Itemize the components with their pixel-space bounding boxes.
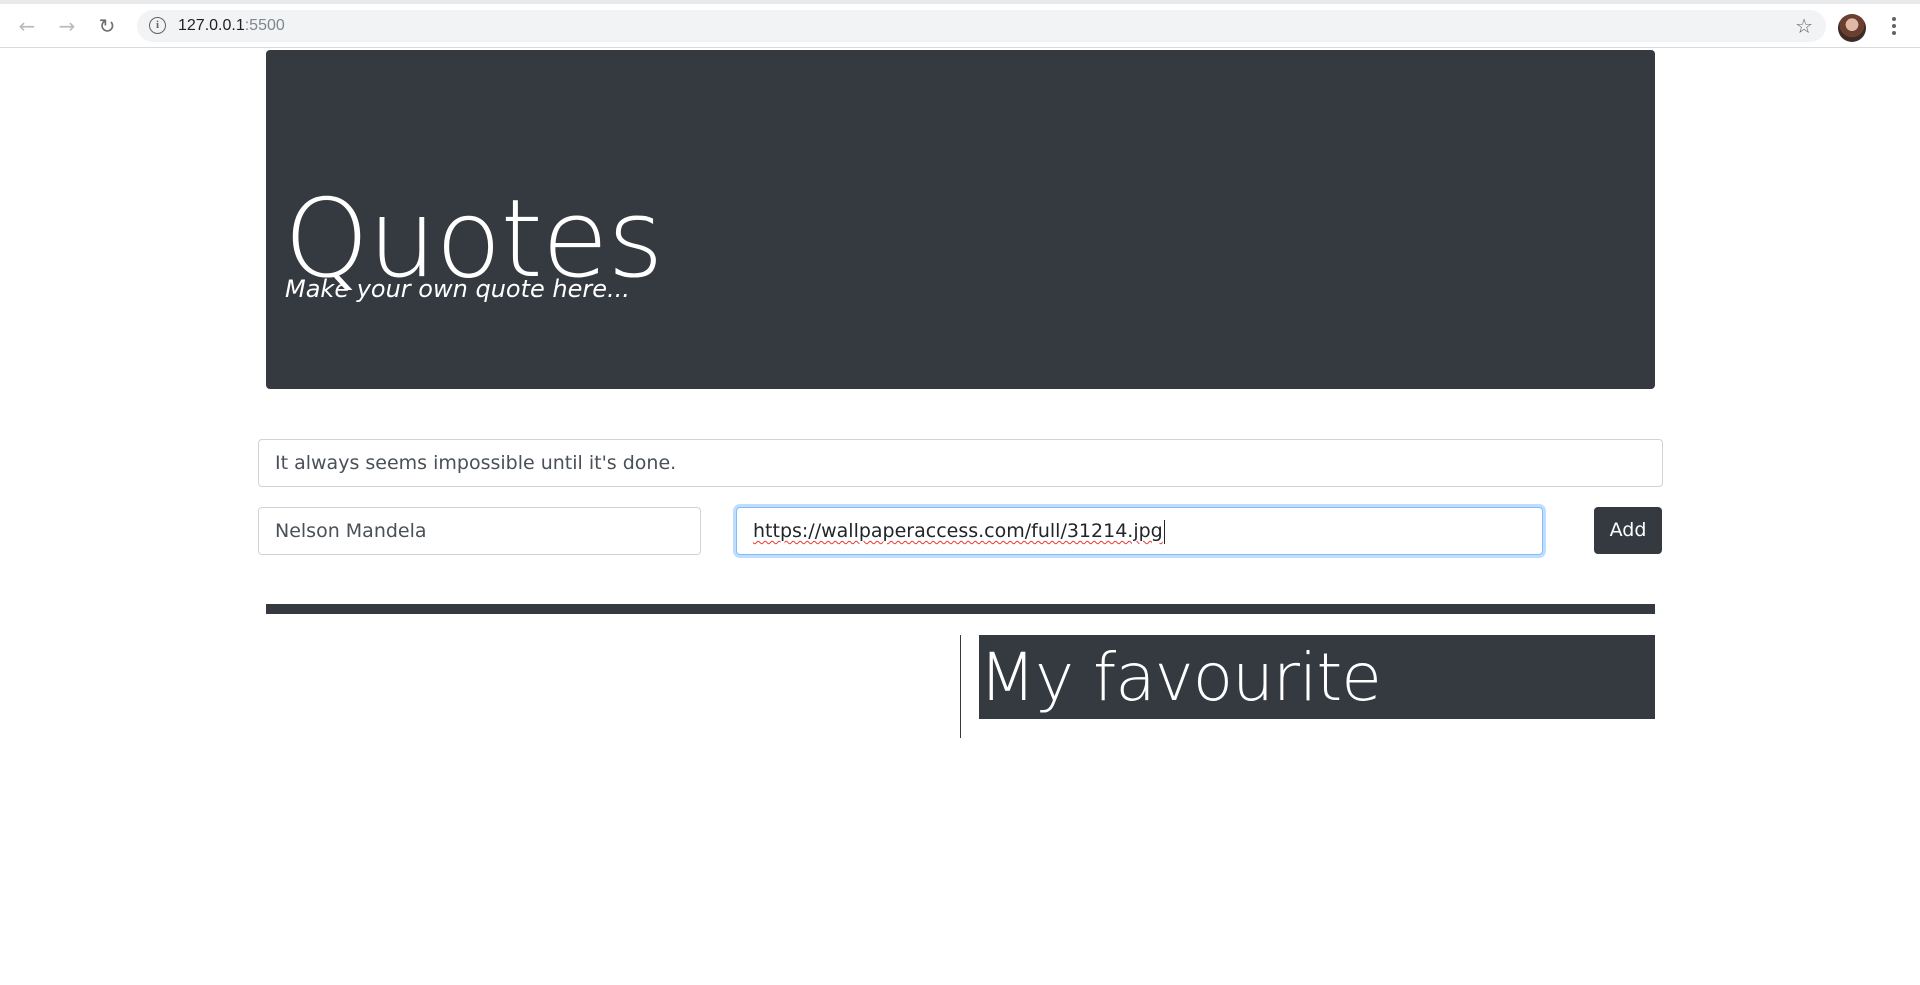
favourite-heading: My favourite: [979, 639, 1382, 716]
text-caret: [1163, 519, 1165, 544]
avatar[interactable]: [1838, 14, 1866, 42]
reload-icon[interactable]: ↻: [91, 10, 123, 42]
section-divider: [266, 604, 1655, 614]
address-bar[interactable]: i 127.0.0.1:5500 ☆: [137, 10, 1826, 42]
image-url-value: https://wallpaperaccess.com/full/31214.j…: [753, 520, 1163, 542]
column-divider: [960, 635, 961, 738]
quote-input[interactable]: It always seems impossible until it's do…: [258, 439, 1663, 487]
url-port: :5500: [244, 17, 285, 34]
address-url[interactable]: 127.0.0.1:5500: [178, 10, 285, 42]
jumbotron-header: Quotes Make your own quote here...: [266, 50, 1655, 389]
browser-toolbar: ← → ↻ i 127.0.0.1:5500 ☆: [0, 4, 1920, 48]
star-icon[interactable]: ☆: [1795, 14, 1813, 38]
arrow-forward-icon[interactable]: →: [51, 10, 83, 42]
favourite-panel: My favourite: [979, 635, 1655, 719]
url-host: 127.0.0.1: [178, 17, 245, 34]
kebab-menu-icon[interactable]: [1882, 10, 1906, 42]
info-icon[interactable]: i: [149, 17, 166, 34]
arrow-back-icon[interactable]: ←: [11, 10, 43, 42]
image-url-input[interactable]: https://wallpaperaccess.com/full/31214.j…: [736, 507, 1543, 555]
add-button[interactable]: Add: [1594, 507, 1662, 554]
page-subtitle: Make your own quote here...: [285, 275, 630, 303]
author-input[interactable]: Nelson Mandela: [258, 507, 701, 555]
